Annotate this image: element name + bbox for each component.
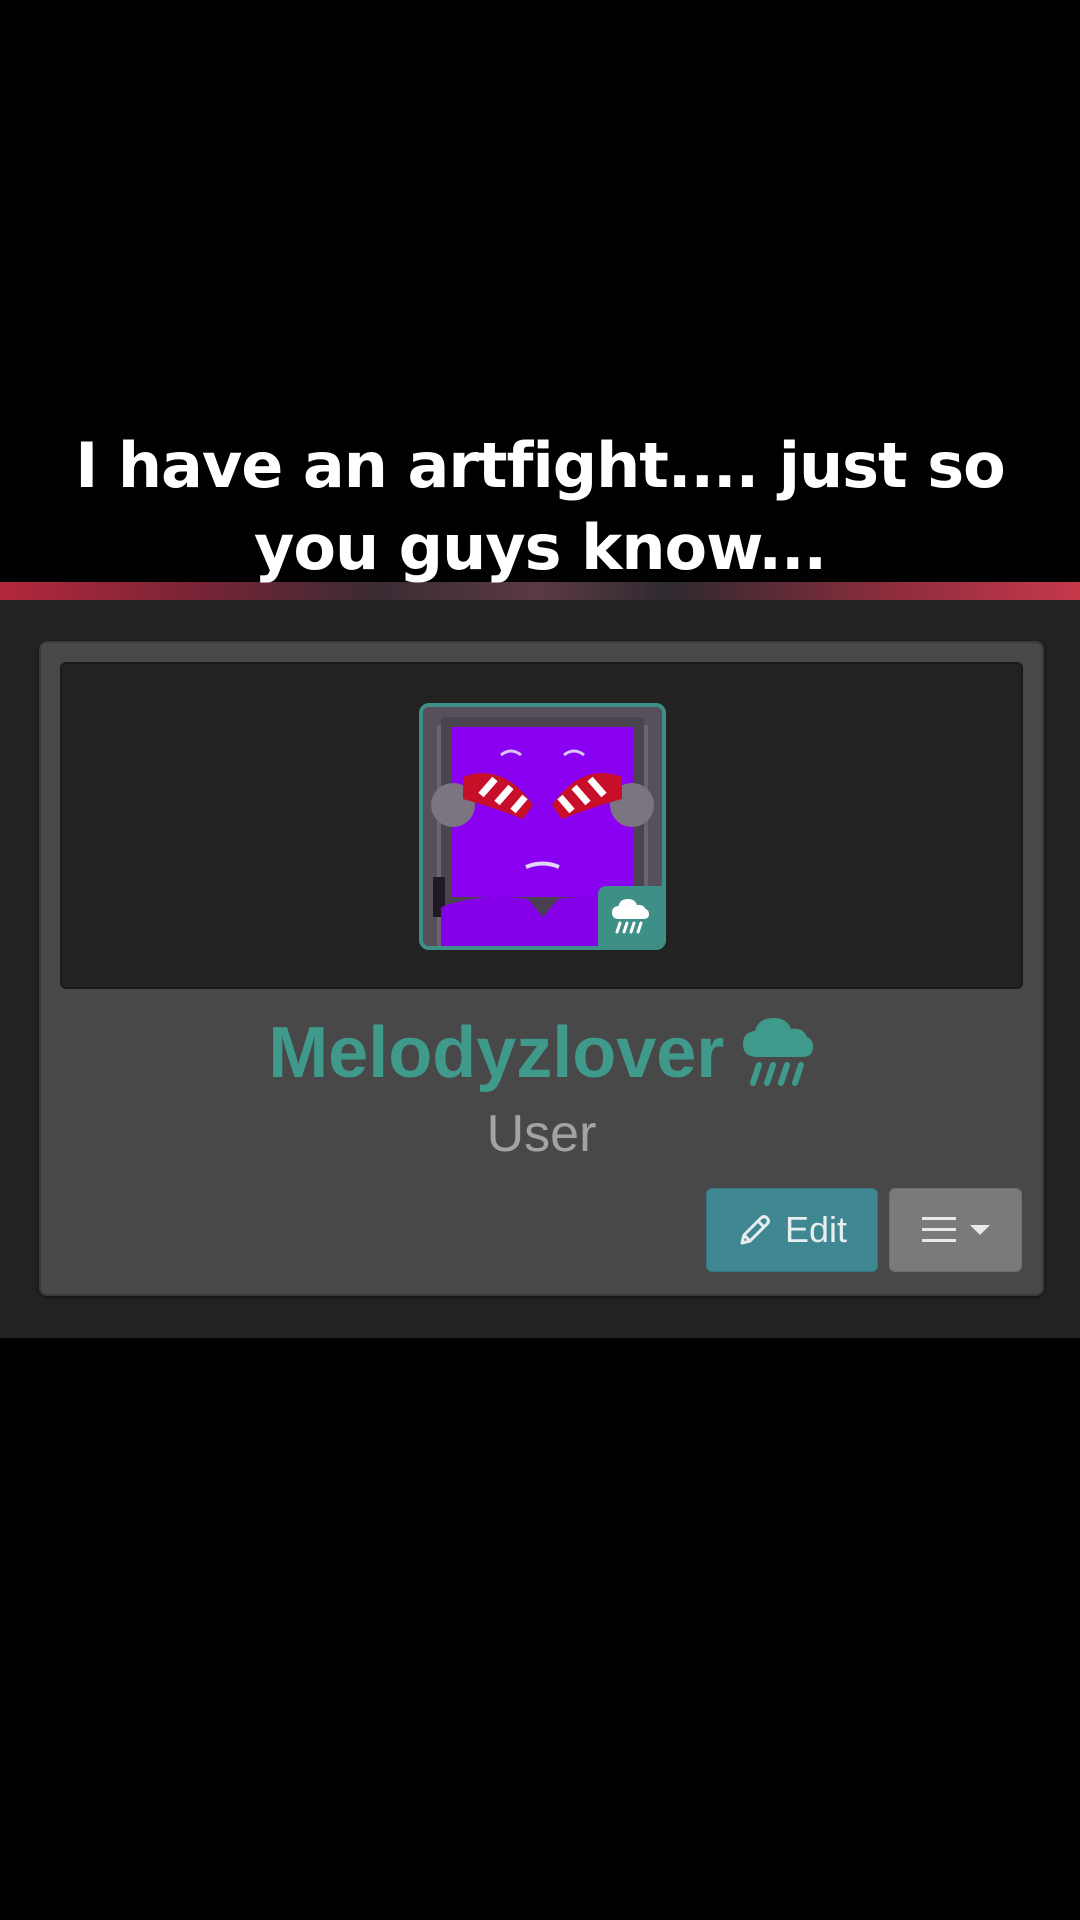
avatar-status-badge — [598, 886, 662, 946]
rain-cloud-icon — [741, 1015, 815, 1092]
user-role: User — [486, 1105, 597, 1163]
username[interactable]: Melodyzlover — [268, 1011, 724, 1095]
rain-cloud-icon — [612, 899, 649, 934]
avatar-panel — [60, 662, 1023, 989]
options-menu-button[interactable] — [889, 1188, 1022, 1272]
hamburger-menu-icon — [921, 1217, 956, 1242]
edit-button-label: Edit — [784, 1209, 848, 1250]
pencil-icon — [740, 1215, 770, 1245]
caret-down-icon — [969, 1225, 990, 1235]
profile-card: Melodyzlover User Edit — [39, 641, 1044, 1296]
video-caption: I have an artfight.... just so you guys … — [0, 425, 1080, 589]
avatar[interactable] — [419, 703, 666, 950]
username-row: Melodyzlover — [41, 1011, 1042, 1095]
edit-button[interactable]: Edit — [706, 1188, 878, 1272]
caption-line-2: you guys know... — [253, 511, 827, 584]
caption-line-1: I have an artfight.... just so — [75, 429, 1006, 502]
